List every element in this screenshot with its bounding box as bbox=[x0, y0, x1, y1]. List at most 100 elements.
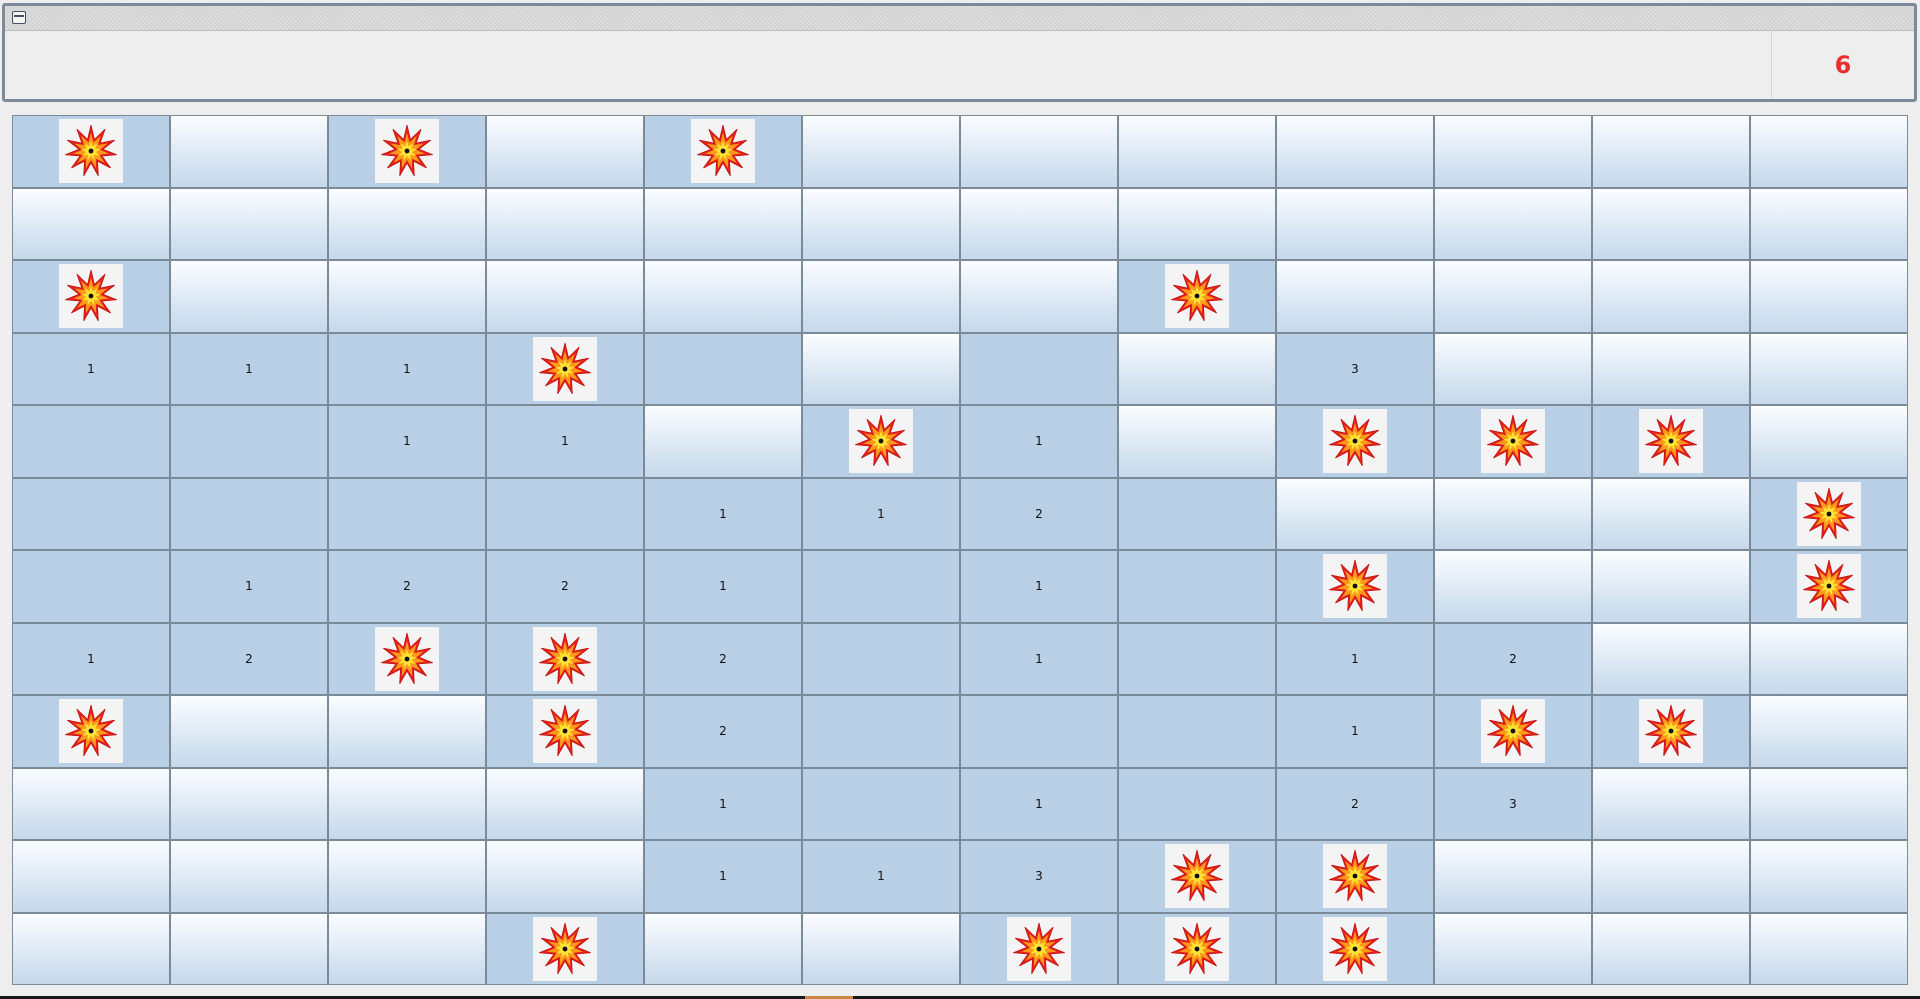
cell-number: 2 bbox=[719, 651, 727, 666]
cell[interactable] bbox=[645, 913, 801, 984]
cell[interactable] bbox=[1751, 188, 1907, 259]
cell[interactable] bbox=[329, 768, 485, 839]
cell[interactable] bbox=[1751, 116, 1907, 187]
explosion-icon bbox=[59, 699, 123, 764]
cell bbox=[1593, 696, 1749, 767]
cell[interactable] bbox=[13, 768, 169, 839]
cell[interactable] bbox=[1593, 768, 1749, 839]
cell[interactable] bbox=[487, 768, 643, 839]
cell bbox=[1119, 841, 1275, 912]
explosion-icon bbox=[59, 264, 123, 329]
cell[interactable] bbox=[1277, 478, 1433, 549]
cell[interactable] bbox=[329, 913, 485, 984]
cell[interactable] bbox=[1593, 261, 1749, 332]
cell[interactable] bbox=[487, 841, 643, 912]
cell: 2 bbox=[1435, 623, 1591, 694]
cell[interactable] bbox=[803, 116, 959, 187]
cell[interactable] bbox=[1593, 478, 1749, 549]
cell[interactable] bbox=[1119, 116, 1275, 187]
cell[interactable] bbox=[803, 261, 959, 332]
cell[interactable] bbox=[329, 261, 485, 332]
cell[interactable] bbox=[171, 261, 327, 332]
explosion-icon bbox=[1165, 844, 1229, 909]
cell[interactable] bbox=[171, 696, 327, 767]
cell[interactable] bbox=[171, 841, 327, 912]
cell[interactable] bbox=[1435, 333, 1591, 404]
cell[interactable] bbox=[1119, 333, 1275, 404]
cell bbox=[487, 623, 643, 694]
cell bbox=[961, 913, 1117, 984]
cell: 1 bbox=[803, 478, 959, 549]
cell[interactable] bbox=[1751, 768, 1907, 839]
cell[interactable] bbox=[1751, 406, 1907, 477]
cell[interactable] bbox=[13, 913, 169, 984]
cell[interactable] bbox=[1593, 841, 1749, 912]
cell[interactable] bbox=[487, 188, 643, 259]
cell: 2 bbox=[961, 478, 1117, 549]
cell[interactable] bbox=[487, 116, 643, 187]
cell-number: 1 bbox=[1035, 434, 1043, 449]
cell[interactable] bbox=[803, 913, 959, 984]
cell[interactable] bbox=[645, 188, 801, 259]
cell bbox=[1277, 551, 1433, 622]
cell bbox=[171, 478, 327, 549]
cell[interactable] bbox=[1435, 841, 1591, 912]
cell[interactable] bbox=[1593, 333, 1749, 404]
title-bar[interactable] bbox=[5, 6, 1914, 31]
cell bbox=[329, 116, 485, 187]
cell bbox=[803, 768, 959, 839]
cell[interactable] bbox=[1593, 188, 1749, 259]
cell[interactable] bbox=[1751, 913, 1907, 984]
cell[interactable] bbox=[803, 188, 959, 259]
cell: 1 bbox=[645, 841, 801, 912]
cell[interactable] bbox=[961, 188, 1117, 259]
cell[interactable] bbox=[487, 261, 643, 332]
cell[interactable] bbox=[1277, 116, 1433, 187]
cell[interactable] bbox=[1119, 406, 1275, 477]
cell[interactable] bbox=[1751, 696, 1907, 767]
mine-counter: 6 bbox=[1771, 31, 1914, 99]
cell[interactable] bbox=[1435, 116, 1591, 187]
cell[interactable] bbox=[13, 841, 169, 912]
cell[interactable] bbox=[961, 261, 1117, 332]
cell[interactable] bbox=[329, 188, 485, 259]
cell[interactable] bbox=[171, 768, 327, 839]
cell[interactable] bbox=[1593, 551, 1749, 622]
cell[interactable] bbox=[645, 406, 801, 477]
cell[interactable] bbox=[1435, 261, 1591, 332]
cell bbox=[1435, 696, 1591, 767]
cell[interactable] bbox=[803, 333, 959, 404]
cell[interactable] bbox=[1435, 913, 1591, 984]
cell[interactable] bbox=[1435, 551, 1591, 622]
cell[interactable] bbox=[171, 913, 327, 984]
cell[interactable] bbox=[329, 696, 485, 767]
cell[interactable] bbox=[171, 188, 327, 259]
cell: 1 bbox=[803, 841, 959, 912]
cell[interactable] bbox=[1435, 188, 1591, 259]
cell[interactable] bbox=[1751, 623, 1907, 694]
cell: 2 bbox=[329, 551, 485, 622]
cell[interactable] bbox=[1435, 478, 1591, 549]
cell[interactable] bbox=[13, 188, 169, 259]
cell[interactable] bbox=[1593, 116, 1749, 187]
cell bbox=[171, 406, 327, 477]
cell[interactable] bbox=[1751, 841, 1907, 912]
cell[interactable] bbox=[1119, 188, 1275, 259]
cell-number: 2 bbox=[719, 724, 727, 739]
cell bbox=[329, 623, 485, 694]
cell[interactable] bbox=[1593, 913, 1749, 984]
cell[interactable] bbox=[1277, 261, 1433, 332]
cell[interactable] bbox=[1593, 623, 1749, 694]
cell[interactable] bbox=[1277, 188, 1433, 259]
window-menu-icon[interactable] bbox=[12, 11, 26, 24]
cell[interactable] bbox=[1751, 333, 1907, 404]
cell-number: 2 bbox=[1035, 506, 1043, 521]
cell[interactable] bbox=[171, 116, 327, 187]
cell-number: 1 bbox=[403, 361, 411, 376]
explosion-icon bbox=[1323, 409, 1387, 474]
cell[interactable] bbox=[1751, 261, 1907, 332]
cell[interactable] bbox=[329, 841, 485, 912]
minefield-grid: 111 311 1 112 12211 12 2112 21 1 1 2 3 1… bbox=[12, 115, 1908, 985]
cell[interactable] bbox=[645, 261, 801, 332]
cell[interactable] bbox=[961, 116, 1117, 187]
